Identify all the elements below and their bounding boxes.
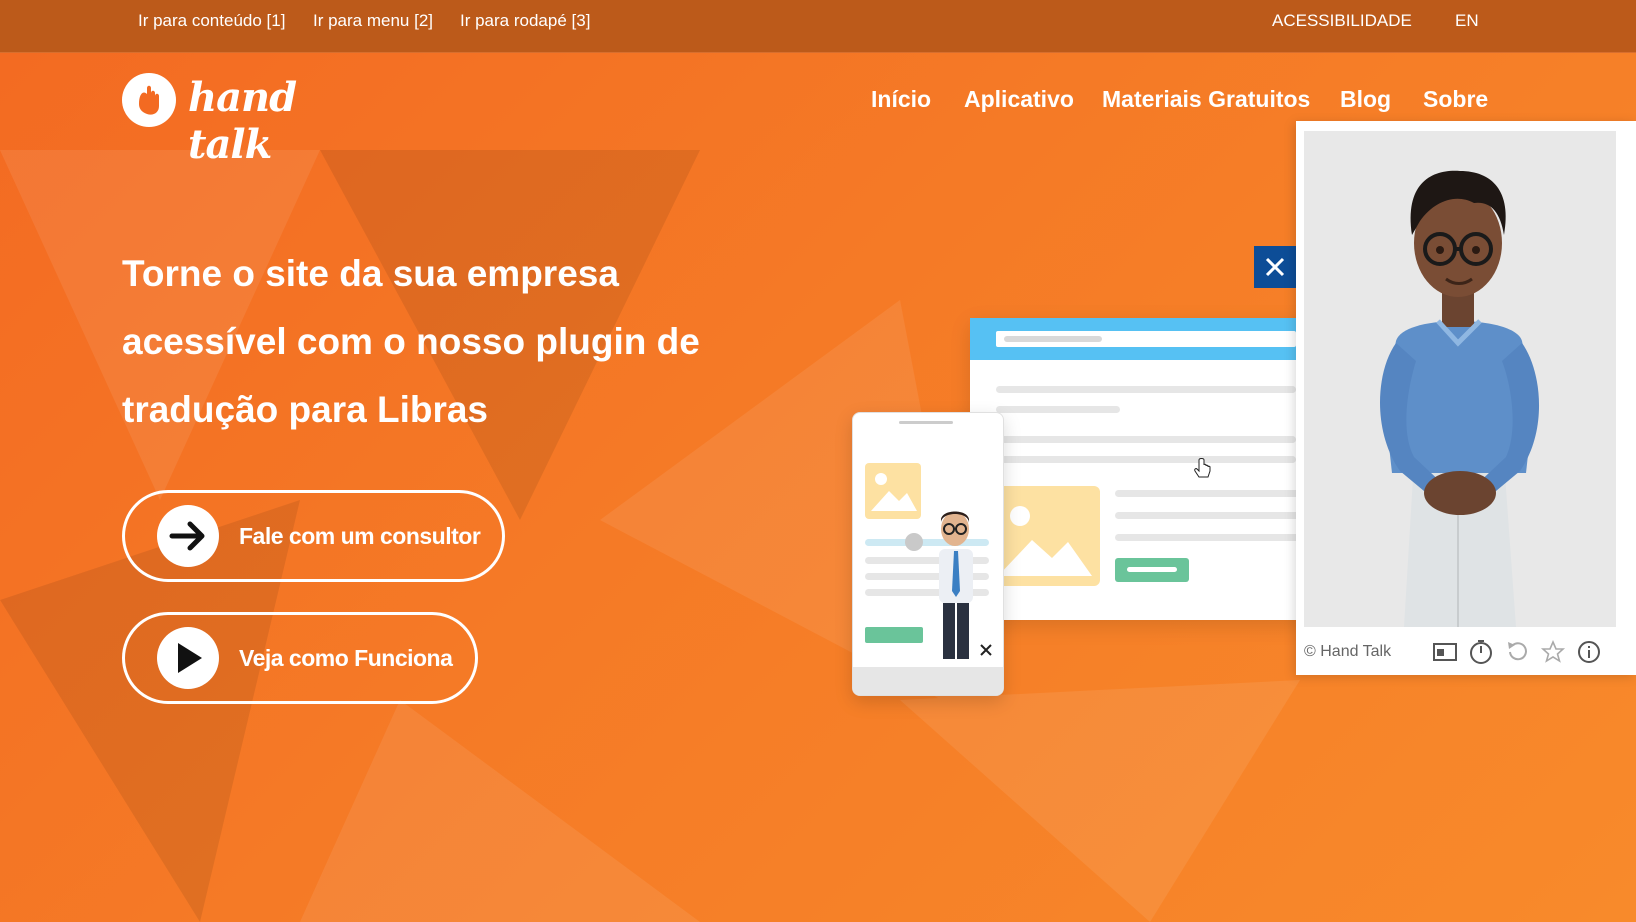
nav-sobre[interactable]: Sobre [1423, 86, 1488, 113]
nav-materiais-gratuitos[interactable]: Materiais Gratuitos [1102, 86, 1310, 113]
talk-to-consultant-button[interactable]: Fale com um consultor [122, 490, 505, 582]
nav-inicio[interactable]: Início [871, 86, 931, 113]
brand-name: hand talk [188, 74, 297, 168]
close-widget-button[interactable] [1254, 246, 1296, 288]
accessibility-link[interactable]: ACESSIBILIDADE [1272, 11, 1412, 31]
hero-title: Torne o site da sua empresa acessível co… [122, 253, 700, 430]
image-placeholder-icon [865, 463, 921, 519]
skip-to-content-link[interactable]: Ir para conteúdo [1] [138, 11, 285, 31]
see-how-it-works-button[interactable]: Veja como Funciona [122, 612, 478, 704]
info-icon[interactable] [1576, 639, 1602, 665]
arrow-right-icon [157, 505, 219, 567]
star-icon[interactable] [1540, 639, 1566, 665]
browser-illustration [970, 318, 1312, 620]
replay-icon[interactable] [1504, 639, 1530, 665]
skip-to-footer-link[interactable]: Ir para rodapé [3] [460, 11, 590, 31]
talk-to-consultant-label: Fale com um consultor [239, 522, 481, 549]
nav-blog[interactable]: Blog [1340, 86, 1391, 113]
play-icon [157, 627, 219, 689]
phone-illustration [852, 412, 1004, 696]
window-mode-icon[interactable] [1432, 639, 1458, 665]
see-how-it-works-label: Veja como Funciona [239, 644, 453, 671]
top-bar: Ir para conteúdo [1] Ir para menu [2] Ir… [0, 0, 1636, 53]
image-placeholder-icon [988, 486, 1100, 586]
speed-icon[interactable] [1468, 639, 1494, 665]
language-switch-link[interactable]: EN [1455, 11, 1479, 31]
brand-logo[interactable]: hand talk [122, 70, 372, 168]
widget-copyright: © Hand Talk [1304, 643, 1392, 660]
sign-language-avatar [1304, 131, 1616, 627]
close-icon [1265, 257, 1285, 277]
pointer-cursor-icon [1194, 458, 1211, 478]
hand-logo-icon [122, 73, 176, 127]
interpreter-avatar-small [939, 511, 973, 659]
skip-to-menu-link[interactable]: Ir para menu [2] [313, 11, 433, 31]
nav-aplicativo[interactable]: Aplicativo [964, 86, 1074, 113]
close-icon [980, 644, 992, 656]
hand-talk-widget: © Hand Talk [1296, 121, 1636, 675]
